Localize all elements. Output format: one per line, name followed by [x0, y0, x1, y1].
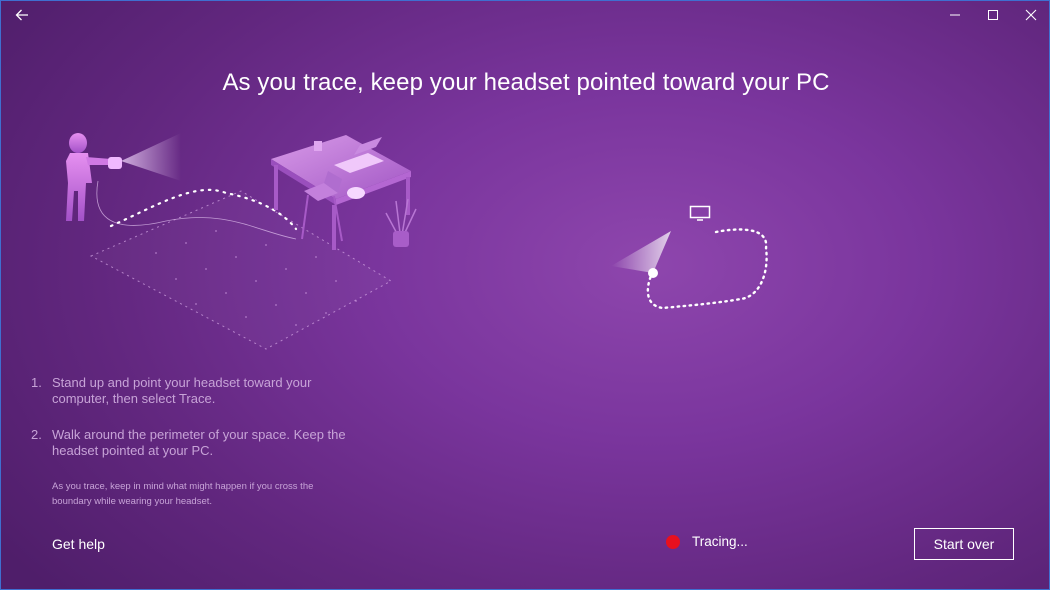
maximize-button[interactable] [974, 1, 1012, 29]
maximize-icon [988, 10, 998, 20]
boundary-illustration [66, 133, 417, 350]
page-title: As you trace, keep your headset pointed … [222, 69, 830, 97]
monitor-icon [689, 205, 711, 221]
tracing-beam [611, 231, 671, 273]
step-text: Stand up and point your headset toward y… [52, 375, 312, 406]
headset-position-dot [648, 268, 658, 278]
tracing-status: Tracing... [666, 534, 748, 549]
instruction-step-1: 1. Stand up and point your headset towar… [31, 375, 361, 407]
safety-note: As you trace, keep in mind what might ha… [52, 481, 314, 507]
arrow-left-icon [15, 9, 28, 21]
close-button[interactable] [1012, 1, 1050, 29]
status-label: Tracing... [692, 534, 748, 549]
minimize-icon [950, 14, 960, 16]
trace-visualization [611, 205, 768, 310]
step-number: 2. [31, 427, 42, 442]
get-help-link[interactable]: Get help [52, 536, 105, 552]
step-text: Walk around the perimeter of your space.… [52, 427, 346, 458]
instructions-list: 1. Stand up and point your headset towar… [31, 375, 361, 479]
headset-beam [121, 133, 181, 181]
recording-indicator-icon [666, 534, 680, 549]
floor-boundary [89, 190, 393, 350]
step-number: 1. [31, 375, 42, 390]
back-button[interactable] [3, 1, 41, 29]
minimize-button[interactable] [936, 1, 974, 29]
person-figure [66, 133, 122, 221]
close-icon [1025, 9, 1037, 21]
instruction-step-2: 2. Walk around the perimeter of your spa… [31, 427, 361, 459]
start-over-button[interactable]: Start over [914, 528, 1014, 560]
